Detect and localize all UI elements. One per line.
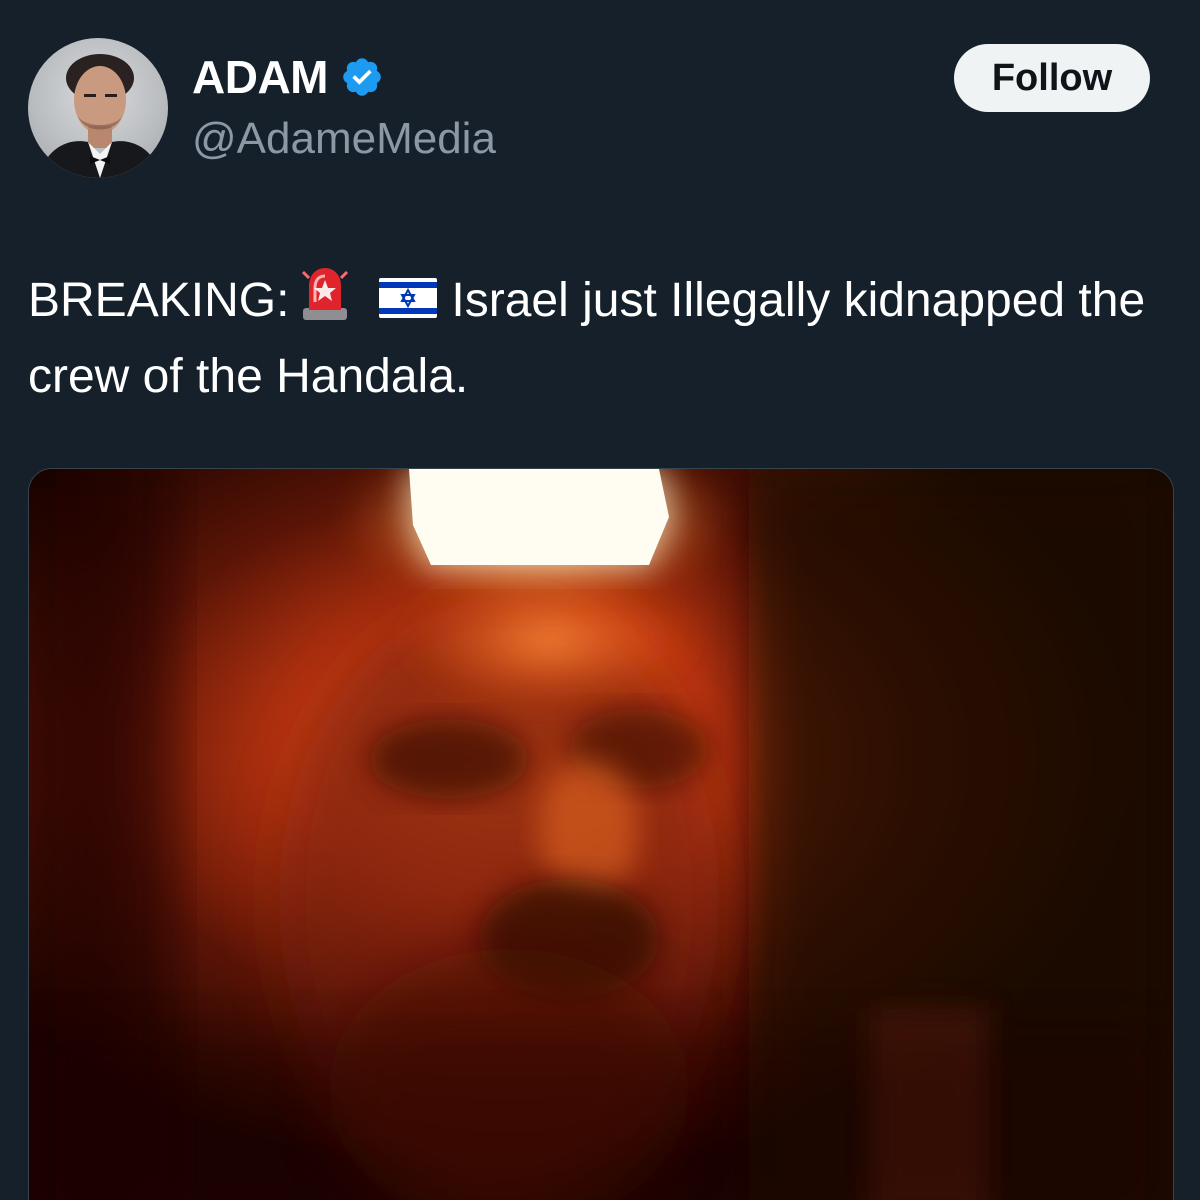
video-frame-image [29, 469, 1173, 1200]
tweet-text-prefix: BREAKING: [28, 274, 290, 327]
display-name[interactable]: ADAM [192, 52, 328, 102]
avatar[interactable] [28, 38, 168, 178]
tweet-screenshot: ADAM @AdameMedia Follow BREAKING: Israel… [0, 0, 1200, 1200]
flag-israel-icon [379, 268, 438, 318]
author-name-row: ADAM [192, 52, 384, 102]
avatar-image [38, 54, 162, 178]
author-handle[interactable]: @AdameMedia [192, 114, 496, 164]
tweet-media-video[interactable] [28, 468, 1174, 1200]
tweet-text: BREAKING: Israel just Illegally kidnappe… [28, 262, 1178, 412]
verified-badge-icon [343, 58, 381, 96]
follow-button[interactable]: Follow [954, 44, 1150, 112]
police-car-light-icon [299, 262, 351, 342]
